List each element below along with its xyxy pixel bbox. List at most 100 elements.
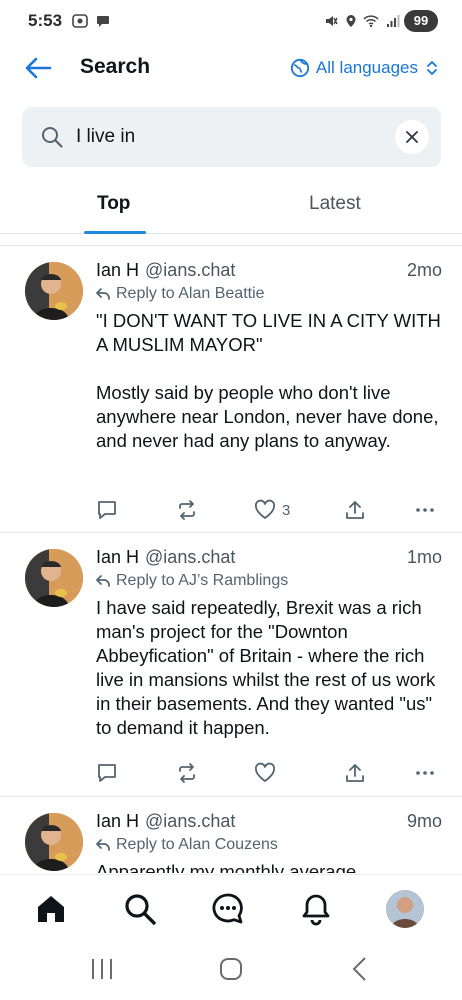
repost-button[interactable] [176, 499, 198, 521]
share-icon [346, 501, 364, 519]
nav-home[interactable] [31, 889, 71, 929]
post-timestamp: 2mo [406, 260, 442, 280]
system-navigation-bar [0, 942, 462, 1000]
home-circle-icon [220, 958, 242, 980]
author-handle[interactable]: @ians.chat [145, 811, 235, 832]
comment-icon [98, 764, 116, 782]
battery-indicator: 99 [404, 10, 438, 32]
recents-button[interactable] [90, 956, 114, 987]
author-name[interactable]: Ian H [96, 547, 139, 568]
share-button[interactable] [344, 762, 366, 784]
like-count: 3 [282, 501, 291, 519]
close-icon [406, 131, 418, 143]
search-bar [22, 107, 441, 167]
post-body: Ian H @ians.chat 2mo Reply to Alan Beatt… [96, 260, 446, 453]
avatar[interactable] [25, 262, 83, 320]
status-bar: 5:53 99 [0, 0, 462, 42]
active-tab-indicator [84, 231, 146, 234]
back-button[interactable] [22, 52, 58, 84]
author-name[interactable]: Ian H [96, 811, 139, 832]
post-actions [96, 762, 442, 788]
back-system-button[interactable] [350, 956, 370, 987]
post-text: Apparently my monthly average [96, 861, 357, 873]
bottom-navigation [0, 874, 462, 942]
screenshot-icon [72, 13, 88, 28]
heart-icon [254, 499, 276, 519]
chat-icon [212, 893, 243, 924]
search-tabs: Top Latest [0, 182, 462, 234]
ellipsis-icon [416, 508, 434, 512]
ellipsis-icon [416, 771, 434, 775]
reply-to-label: Reply to AJ’s Ramblings [116, 572, 289, 589]
reply-arrow-icon [96, 839, 110, 851]
author-handle[interactable]: @ians.chat [145, 547, 235, 568]
share-button[interactable] [344, 499, 366, 521]
page-title: Search [80, 55, 151, 78]
status-time: 5:53 [28, 11, 63, 30]
reply-button[interactable] [96, 762, 118, 784]
heart-icon [254, 762, 276, 782]
post-body: Ian H @ians.chat 1mo Reply to AJ’s Rambl… [96, 547, 446, 740]
clear-search-button[interactable] [395, 120, 429, 154]
search-icon [125, 894, 156, 925]
tab-latest[interactable]: Latest [309, 193, 361, 215]
back-arrow-icon [25, 57, 52, 79]
comment-icon [98, 501, 116, 519]
author-line: Ian H @ians.chat [96, 811, 446, 832]
tab-top[interactable]: Top [97, 193, 130, 215]
language-label: All languages [315, 58, 418, 77]
reply-to-label: Reply to Alan Couzens [116, 836, 278, 853]
avatar[interactable] [25, 813, 83, 871]
repost-button[interactable] [176, 762, 198, 784]
location-icon [346, 14, 356, 27]
author-handle[interactable]: @ians.chat [145, 260, 235, 281]
author-name[interactable]: Ian H [96, 260, 139, 281]
post-actions: 3 [96, 499, 442, 525]
language-selector[interactable]: All languages [290, 54, 438, 82]
post-text: "I DON'T WANT TO LIVE IN A CITY WITH A M… [96, 310, 441, 451]
profile-avatar [386, 890, 424, 928]
author-line: Ian H @ians.chat [96, 260, 446, 281]
repost-icon [179, 763, 195, 783]
nav-chat[interactable] [208, 889, 248, 929]
home-icon [38, 896, 64, 922]
mute-icon [326, 15, 338, 26]
status-right-icons [324, 12, 400, 28]
author-line: Ian H @ians.chat [96, 547, 446, 568]
reply-arrow-icon [96, 575, 110, 587]
reply-context[interactable]: Reply to Alan Beattie [96, 285, 446, 303]
post[interactable]: Ian H @ians.chat 2mo Reply to Alan Beatt… [0, 246, 462, 533]
repost-icon [179, 500, 195, 520]
globe-icon [290, 58, 310, 78]
nav-profile[interactable] [385, 889, 425, 929]
like-button[interactable]: 3 [254, 499, 290, 521]
search-header: Search All languages [0, 44, 462, 92]
reply-context[interactable]: Reply to AJ’s Ramblings [96, 572, 446, 590]
home-system-button[interactable] [218, 956, 244, 987]
avatar[interactable] [25, 549, 83, 607]
post-timestamp: 1mo [406, 547, 442, 567]
post[interactable]: Ian H @ians.chat 9mo Reply to Alan Couze… [0, 797, 462, 873]
wifi-icon [363, 14, 379, 27]
more-options-button[interactable] [414, 499, 436, 521]
post[interactable]: Ian H @ians.chat 1mo Reply to AJ’s Rambl… [0, 533, 462, 797]
nav-notifications[interactable] [296, 889, 336, 929]
chevron-left-icon [352, 957, 366, 981]
more-options-button[interactable] [414, 762, 436, 784]
chat-bubble-icon [96, 15, 109, 27]
reply-arrow-icon [96, 288, 110, 300]
reply-to-label: Reply to Alan Beattie [116, 285, 265, 302]
recents-icon [92, 959, 112, 979]
search-icon [42, 127, 63, 148]
nav-search[interactable] [120, 889, 160, 929]
like-button[interactable] [254, 762, 282, 784]
reply-context[interactable]: Reply to Alan Couzens [96, 836, 446, 854]
signal-icon [387, 14, 400, 27]
search-results-feed[interactable]: Ian H @ians.chat 2mo Reply to Alan Beatt… [0, 245, 462, 873]
share-icon [346, 764, 364, 782]
search-input[interactable] [76, 124, 376, 150]
status-left-icons [72, 12, 110, 28]
bell-icon [302, 894, 330, 926]
reply-button[interactable] [96, 499, 118, 521]
chevron-up-down-icon [427, 60, 437, 76]
